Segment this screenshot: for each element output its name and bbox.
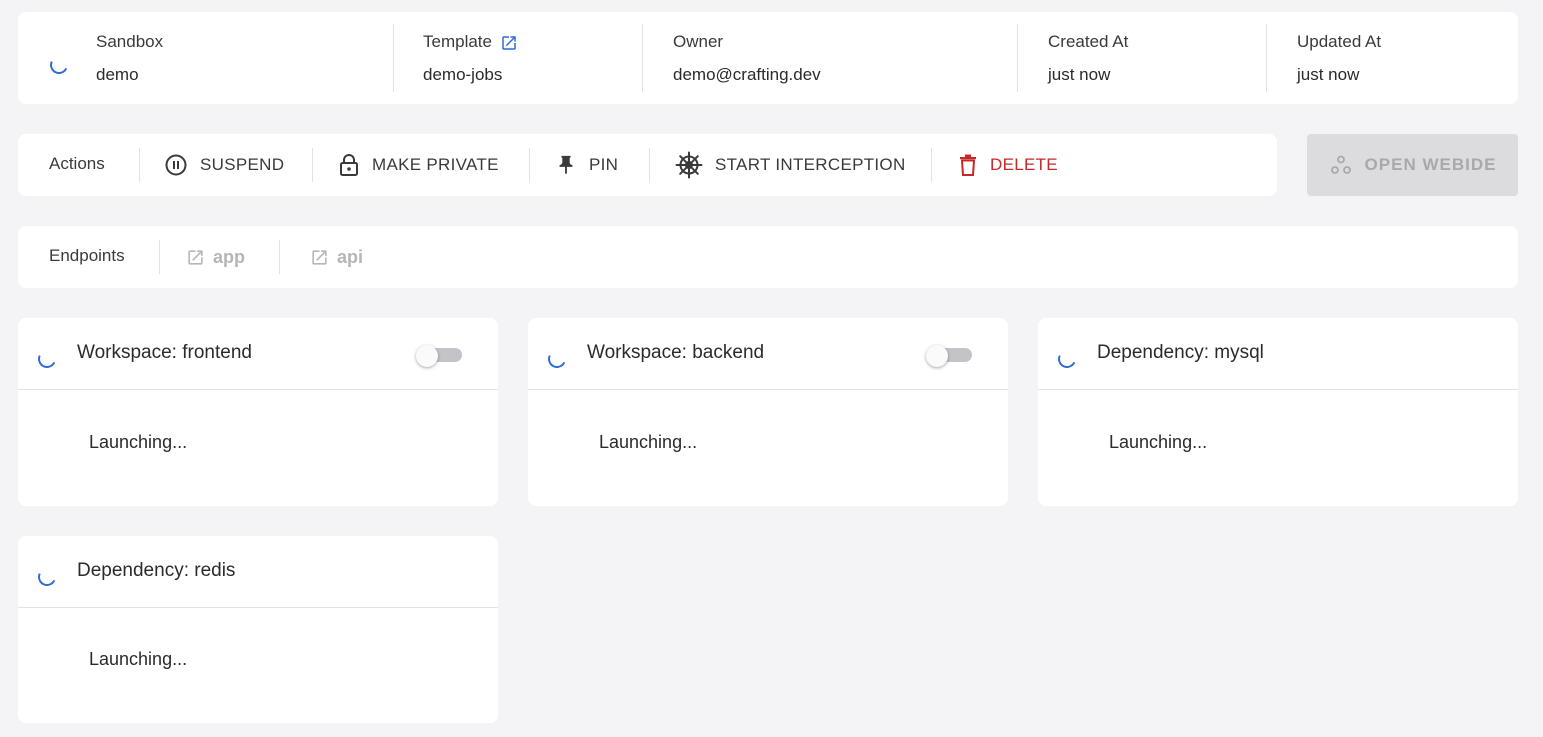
- actions-bar: Actions SUSPEND MAKE PRIVATE PIN START I…: [18, 134, 1277, 196]
- resource-status: Launching...: [599, 432, 698, 452]
- endpoint-link-api[interactable]: api: [310, 226, 363, 288]
- resource-status: Launching...: [1109, 432, 1208, 452]
- created-at-value: just now: [1048, 65, 1111, 84]
- endpoints-label: Endpoints: [49, 246, 125, 265]
- pin-button[interactable]: PIN: [555, 134, 618, 196]
- resource-card-header: Dependency: mysql: [1038, 318, 1518, 390]
- delete-button[interactable]: DELETE: [958, 134, 1058, 196]
- resource-title: Workspace: backend: [587, 342, 765, 363]
- divider: [1266, 24, 1267, 92]
- open-webide-label: OPEN WEBIDE: [1364, 155, 1497, 174]
- pin-icon: [559, 155, 573, 175]
- toggle-knob: [926, 345, 948, 367]
- resource-status: Launching...: [89, 432, 188, 452]
- resource-card-backend: Workspace: backend Launching...: [528, 318, 1008, 506]
- divider: [931, 148, 932, 182]
- resource-card-header: Dependency: redis: [18, 536, 498, 608]
- resource-card-frontend: Workspace: frontend Launching...: [18, 318, 498, 506]
- workspace-toggle[interactable]: [926, 345, 972, 367]
- make-private-label: MAKE PRIVATE: [372, 155, 499, 174]
- sandbox-name: demo: [96, 65, 139, 84]
- start-interception-label: START INTERCEPTION: [715, 155, 906, 174]
- divider: [312, 148, 313, 182]
- endpoint-link-app[interactable]: app: [186, 226, 245, 288]
- delete-label: DELETE: [990, 155, 1058, 174]
- actions-label: Actions: [49, 154, 105, 173]
- resource-card-mysql: Dependency: mysql Launching...: [1038, 318, 1518, 506]
- trash-icon: [960, 154, 976, 176]
- pin-label: PIN: [589, 155, 619, 174]
- toggle-knob: [416, 345, 438, 367]
- loading-spinner-icon: [545, 347, 569, 371]
- external-link-icon: [188, 249, 203, 265]
- resource-card-header: Workspace: frontend: [18, 318, 498, 390]
- resource-title: Dependency: mysql: [1097, 342, 1264, 363]
- workspace-toggle[interactable]: [416, 345, 462, 367]
- endpoints-bar: Endpoints app api: [18, 226, 1518, 288]
- divider: [1017, 24, 1018, 92]
- resource-title: Workspace: frontend: [77, 342, 252, 363]
- template-label: Template: [423, 32, 518, 52]
- divider: [642, 24, 643, 92]
- lock-icon: [340, 154, 358, 176]
- divider: [393, 24, 394, 92]
- sandbox-info-bar: Sandbox demo Template demo-jobs Owner de…: [18, 12, 1518, 104]
- start-interception-button[interactable]: START INTERCEPTION: [675, 134, 906, 196]
- loading-spinner-icon: [1055, 347, 1079, 371]
- resource-card-redis: Dependency: redis Launching...: [18, 536, 498, 723]
- template-label-text: Template: [423, 32, 492, 51]
- suspend-label: SUSPEND: [200, 155, 285, 174]
- make-private-button[interactable]: MAKE PRIVATE: [338, 134, 499, 196]
- loading-spinner-icon: [47, 53, 71, 77]
- resource-card-header: Workspace: backend: [528, 318, 1008, 390]
- template-name: demo-jobs: [423, 65, 503, 84]
- updated-at-value: just now: [1297, 65, 1360, 84]
- resource-title: Dependency: redis: [77, 560, 236, 581]
- endpoint-label: api: [337, 246, 364, 267]
- divider: [279, 240, 280, 274]
- pause-circle-icon: [165, 154, 187, 176]
- divider: [159, 240, 160, 274]
- owner-email: demo@crafting.dev: [673, 65, 821, 84]
- webide-icon: [1330, 155, 1351, 174]
- created-at-label: Created At: [1048, 32, 1129, 51]
- divider: [649, 148, 650, 182]
- divider: [139, 148, 140, 182]
- suspend-button[interactable]: SUSPEND: [164, 134, 284, 196]
- owner-label: Owner: [673, 32, 724, 51]
- helm-icon: [675, 151, 703, 179]
- endpoint-label: app: [213, 246, 246, 267]
- external-link-icon[interactable]: [500, 34, 518, 52]
- open-webide-button[interactable]: OPEN WEBIDE: [1307, 134, 1518, 196]
- external-link-icon: [312, 249, 327, 265]
- sandbox-label: Sandbox: [96, 32, 164, 51]
- loading-spinner-icon: [35, 347, 59, 371]
- resource-status: Launching...: [89, 649, 188, 669]
- divider: [529, 148, 530, 182]
- updated-at-label: Updated At: [1297, 32, 1382, 51]
- loading-spinner-icon: [35, 565, 59, 589]
